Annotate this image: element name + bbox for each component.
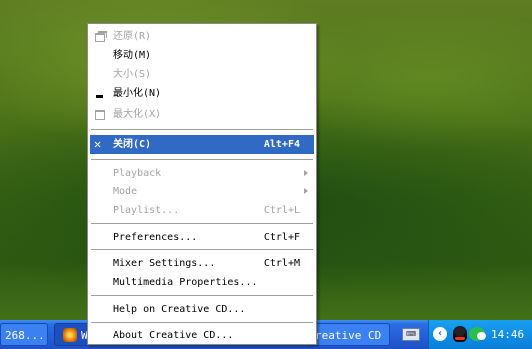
menu-item-about[interactable]: About Creative CD... — [90, 326, 314, 345]
menu-item-maximize[interactable]: 最大化(X) — [90, 105, 314, 124]
menu-item-mode[interactable]: Mode — [90, 182, 314, 201]
menu-item-multimedia-properties[interactable]: Multimedia Properties... — [90, 273, 314, 292]
submenu-arrow-icon — [304, 188, 308, 194]
menu-separator — [91, 223, 313, 224]
minimize-icon — [92, 84, 106, 103]
menu-item-preferences[interactable]: Preferences... Ctrl+F — [90, 228, 314, 247]
shortcut-label: Ctrl+F — [263, 232, 300, 243]
menu-separator — [91, 159, 313, 160]
menu-item-restore[interactable]: 还原(R) — [90, 27, 314, 46]
menu-separator — [91, 295, 313, 296]
close-icon: ✕ — [94, 137, 102, 151]
window-system-menu: 还原(R) 移动(M) 大小(S) 最小化(N) 最大化(X) ✕ 关闭(C) … — [87, 23, 317, 345]
menu-item-playback[interactable]: Playback — [90, 164, 314, 183]
menu-separator — [91, 249, 313, 250]
system-tray: ‹ 14:46 — [428, 320, 532, 349]
menu-item-playlist[interactable]: Playlist... Ctrl+L — [90, 201, 314, 220]
menu-item-size[interactable]: 大小(S) — [90, 65, 314, 84]
menu-item-mixer-settings[interactable]: Mixer Settings... Ctrl+M — [90, 254, 314, 273]
wechat-icon[interactable] — [469, 327, 486, 341]
menu-item-minimize[interactable]: 最小化(N) — [90, 84, 314, 103]
menu-item-help[interactable]: Help on Creative CD... — [90, 300, 314, 319]
menu-separator — [91, 322, 313, 323]
shortcut-label: Ctrl+M — [263, 258, 300, 269]
shortcut-label: Ctrl+L — [263, 205, 300, 216]
submenu-arrow-icon — [304, 170, 308, 176]
qq-icon[interactable] — [453, 326, 467, 342]
maximize-icon — [92, 105, 106, 124]
restore-icon — [92, 27, 107, 46]
menu-item-close[interactable]: ✕ 关闭(C) Alt+F4 — [90, 135, 314, 154]
menu-item-move[interactable]: 移动(M) — [90, 46, 314, 65]
clock[interactable]: 14:46 — [491, 320, 524, 349]
shortcut-label: Alt+F4 — [263, 139, 300, 150]
menu-separator — [91, 129, 313, 130]
chevron-left-icon[interactable]: ‹ — [433, 327, 447, 341]
